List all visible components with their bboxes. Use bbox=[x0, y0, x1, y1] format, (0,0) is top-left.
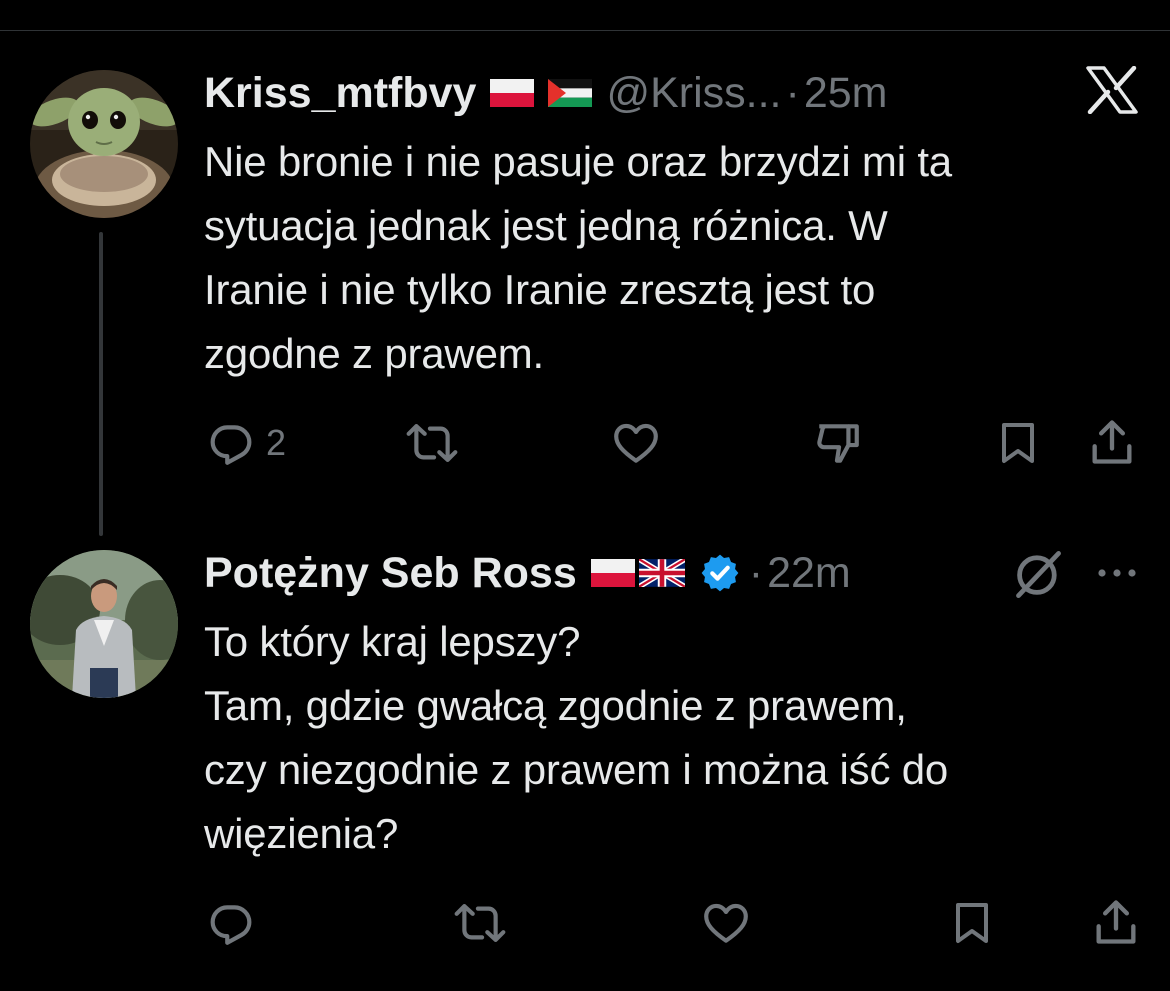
tweet-header: Potężny Seb Ross · 22m bbox=[204, 543, 851, 603]
baby-yoda-avatar bbox=[30, 70, 178, 218]
uk-flag-icon bbox=[637, 556, 687, 590]
tweet-text-line: Tam, gdzie gwałcą zgodnie z prawem, bbox=[204, 682, 907, 729]
share-icon bbox=[1096, 900, 1136, 944]
tweet-text-line: sytuacja jednak jest jedną różnica. W bbox=[204, 202, 888, 249]
tweet-text-line: zgodne z prawem. bbox=[204, 330, 544, 377]
tweet-text-line: czy niezgodnie z prawem i można iść do bbox=[204, 746, 949, 793]
separator-dot: · bbox=[785, 68, 800, 117]
handle[interactable]: @Kriss... bbox=[606, 69, 781, 118]
more-icon[interactable] bbox=[1096, 566, 1138, 580]
separator-dot: · bbox=[748, 548, 764, 597]
poland-flag-icon bbox=[590, 559, 635, 587]
downvote-button[interactable] bbox=[812, 418, 864, 468]
retweet-icon bbox=[406, 424, 458, 462]
reply-icon bbox=[210, 425, 252, 465]
tweet-text-line: To który kraj lepszy? bbox=[204, 618, 581, 665]
avatar[interactable] bbox=[30, 70, 178, 218]
bookmark-button[interactable] bbox=[994, 418, 1042, 468]
retweet-button[interactable] bbox=[404, 418, 460, 468]
tweet-text: To który kraj lepszy? Tam, gdzie gwałcą … bbox=[204, 610, 1144, 866]
share-button[interactable] bbox=[1090, 896, 1142, 948]
timestamp[interactable]: 22m bbox=[767, 549, 851, 598]
bookmark-button[interactable] bbox=[948, 898, 996, 948]
like-button[interactable] bbox=[610, 418, 662, 468]
thread-connector-line bbox=[99, 232, 103, 536]
display-name[interactable]: Kriss_mtfbvy bbox=[204, 69, 476, 118]
bookmark-icon bbox=[1002, 423, 1034, 463]
poland-flag-icon bbox=[490, 79, 535, 107]
avatar[interactable] bbox=[30, 550, 178, 698]
retweet-button[interactable] bbox=[452, 898, 508, 948]
timestamp[interactable]: 25m bbox=[804, 69, 888, 118]
heart-icon bbox=[614, 423, 658, 463]
tweet-header: Kriss_mtfbvy @Kriss... · 25m bbox=[204, 63, 887, 123]
bookmark-icon bbox=[956, 903, 988, 943]
share-icon bbox=[1092, 420, 1132, 464]
man-in-suit-avatar bbox=[30, 550, 178, 698]
tweet-text-line: Nie bronie i nie pasuje oraz brzydzi mi … bbox=[204, 138, 952, 185]
tweet-text: Nie bronie i nie pasuje oraz brzydzi mi … bbox=[204, 130, 1144, 386]
reply-icon bbox=[210, 905, 252, 945]
x-logo-icon bbox=[1086, 65, 1138, 115]
display-name[interactable]: Potężny Seb Ross bbox=[204, 549, 577, 598]
retweet-icon bbox=[454, 904, 506, 942]
reply-count: 2 bbox=[266, 422, 287, 463]
reply-button[interactable] bbox=[206, 898, 266, 948]
tweet-text-line: więzienia? bbox=[204, 810, 399, 857]
grok-icon[interactable] bbox=[1012, 548, 1064, 600]
verified-badge-icon[interactable] bbox=[699, 552, 741, 594]
share-button[interactable] bbox=[1086, 416, 1138, 468]
reply-button[interactable]: 2 bbox=[206, 418, 286, 468]
palestine-flag-icon bbox=[548, 79, 593, 107]
top-divider bbox=[0, 30, 1170, 31]
thumbs-down-icon bbox=[817, 424, 859, 463]
like-button[interactable] bbox=[700, 898, 752, 948]
tweet-text-line: Iranie i nie tylko Iranie zresztą jest t… bbox=[204, 266, 876, 313]
heart-icon bbox=[704, 903, 748, 943]
